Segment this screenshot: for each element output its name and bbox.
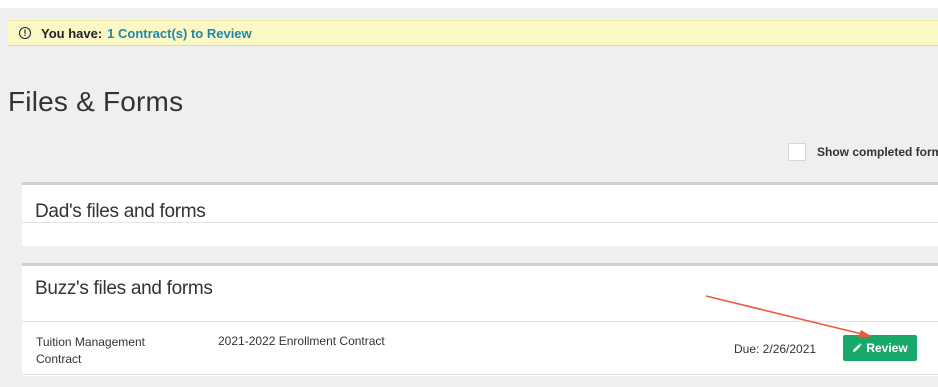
show-completed-toggle[interactable]: Show completed form [788,143,938,161]
exclamation-circle-icon: ! [19,27,31,39]
top-strip [0,0,938,8]
buzz-files-panel: Buzz's files and forms Tuition Managemen… [22,263,938,376]
contracts-to-review-link[interactable]: 1 Contract(s) to Review [107,26,251,41]
review-button[interactable]: Review [843,335,917,361]
dad-files-panel: Dad's files and forms [22,182,938,246]
buzz-files-title: Buzz's files and forms [35,278,213,299]
show-completed-label: Show completed form [817,145,938,159]
alert-prefix: You have: [41,25,103,41]
review-button-label: Review [866,341,908,355]
form-row: Tuition Management Contract 2021-2022 En… [22,321,938,375]
show-completed-checkbox[interactable] [788,143,806,161]
contracts-alert-banner: ! You have: 1 Contract(s) to Review [8,20,938,46]
dad-files-body [22,222,938,245]
form-type: Tuition Management Contract [36,335,145,366]
pencil-icon [852,343,863,353]
dad-files-title: Dad's files and forms [35,201,206,222]
form-due-date: Due: 2/26/2021 [734,342,817,356]
page-title: Files & Forms [8,86,184,117]
form-name: 2021-2022 Enrollment Contract [218,334,385,348]
